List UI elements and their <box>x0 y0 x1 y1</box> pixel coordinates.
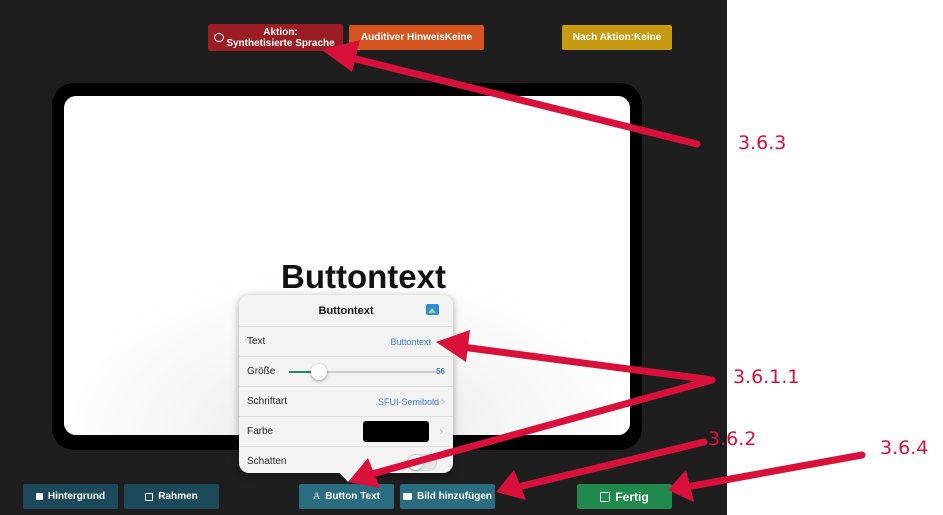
annotation-3-6-3: 3.6.3 <box>738 132 787 154</box>
arrow-3-6-1-1-a <box>458 343 716 384</box>
arrowhead-3-6-3 <box>322 40 360 72</box>
arrow-3-6-2 <box>518 438 708 490</box>
annotation-3-6-4: 3.6.4 <box>880 437 929 459</box>
arrow-3-6-1-1-b <box>368 376 716 478</box>
arrow-3-6-3 <box>348 54 701 148</box>
annotation-arrows <box>322 40 866 502</box>
annotation-3-6-2: 3.6.2 <box>708 428 757 450</box>
arrowhead-3-6-1-1-a <box>436 330 470 362</box>
annotation-3-6-1-1: 3.6.1.1 <box>733 366 800 388</box>
arrow-3-6-4 <box>688 451 866 490</box>
